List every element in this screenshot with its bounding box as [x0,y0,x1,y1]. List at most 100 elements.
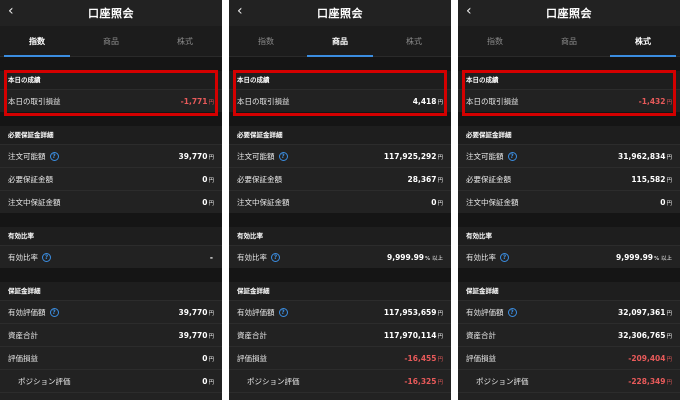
question-circle-icon[interactable]: ? [271,252,280,262]
section-gap [458,57,680,71]
account-row: 評価損益 -209,404円 [458,346,680,369]
row-label-wrap: 注文中保証金額 [466,197,519,208]
row-value-number: 0 [202,174,208,184]
row-value-number: 28,367 [407,174,437,184]
account-row: 資産合計 32,306,765円 [458,323,680,346]
section-header-effective: 有効比率 [229,227,451,245]
today-pnl-row: 本日の取引損益 -1,432円 [458,89,680,112]
row-value-number: 117,953,659 [383,307,437,317]
row-label: 資産合計 [237,330,267,340]
question-circle-icon[interactable]: ? [507,151,517,161]
tab-stock[interactable]: 株式 [377,26,451,57]
row-label-wrap: 有効比率? [237,252,280,263]
tab-index[interactable]: 指数 [0,26,74,57]
section-header-today: 本日の成績 [0,71,222,89]
row-value-number: 117,970,114 [383,330,437,340]
row-value-number: - [209,252,213,262]
question-circle-icon[interactable]: ? [49,307,59,317]
row-value: 0円 [202,377,214,386]
page-title: 口座照会 [317,7,363,20]
tab-stock[interactable]: 株式 [148,26,222,57]
row-value-number: 9,999.99 [387,252,425,262]
section-gap [458,112,680,126]
question-circle-icon[interactable]: ? [500,252,509,262]
row-value: 28,367円 [408,175,443,184]
row-value: -228,349円 [628,377,672,386]
section-gap [229,268,451,282]
section-gap [229,112,451,126]
section-header-collateral: 保証金詳細 [458,282,680,300]
page-title: 口座照会 [88,7,134,20]
row-value-number: -209,404 [628,353,666,363]
question-circle-icon[interactable]: ? [278,307,288,317]
tab-commodity[interactable]: 商品 [532,26,606,57]
account-row: 有効評価額? 39,770円 [0,300,222,323]
row-value-unit: 円 [208,99,214,106]
tab-commodity[interactable]: 商品 [303,26,377,57]
account-row: 必要保証金額 0円 [0,167,222,190]
row-label-wrap: 評価損益 [8,353,38,364]
account-row: 資産合計 117,970,114円 [229,323,451,346]
row-label-wrap: 本日の取引損益 [466,96,519,107]
row-label-wrap: 必要保証金額 [237,174,282,185]
row-value: 39,770円 [179,152,214,161]
row-value: 117,925,292円 [384,152,443,161]
account-row: 未決済整理合計-130円 [229,392,451,400]
question-circle-icon[interactable]: ? [278,151,288,161]
section-header-collateral: 保証金詳細 [0,282,222,300]
row-label: 注文中保証金額 [466,197,519,207]
tab-bar: 指数 商品 株式 [0,26,222,57]
tab-bar: 指数 商品 株式 [458,26,680,57]
account-row: 注文可能額? 31,962,834円 [458,144,680,167]
row-label-wrap: 本日の取引損益 [8,96,61,107]
today-pnl-row: 本日の取引損益 -1,771円 [0,89,222,112]
row-label-wrap: 資産合計 [466,330,496,341]
tab-index[interactable]: 指数 [458,26,532,57]
section-gap [0,213,222,227]
row-label-wrap: 有効比率? [466,252,509,263]
tab-commodity[interactable]: 商品 [74,26,148,57]
section-header-margin: 必要保証金詳細 [458,126,680,144]
account-row: 評価損益 -16,455円 [229,346,451,369]
row-value: 117,953,659円 [384,308,443,317]
tab-stock[interactable]: 株式 [606,26,680,57]
row-value-unit: 円 [666,310,672,317]
effective-ratio-row: 有効比率? 9,999.99% 以上 [458,245,680,268]
row-value: -16,455円 [404,354,443,363]
row-value-unit: 円 [208,154,214,161]
row-value-unit: 円 [666,356,672,363]
row-value-unit: 円 [666,177,672,184]
row-value-number: 31,962,834 [618,151,666,161]
row-label: 必要保証金額 [237,174,282,184]
row-value-unit: 円 [208,356,214,363]
account-row: 評価損益 0円 [0,346,222,369]
section-gap [0,268,222,282]
row-value-number: 0 [660,197,666,207]
question-circle-icon[interactable]: ? [42,252,51,262]
section-gap [0,112,222,126]
tab-index[interactable]: 指数 [229,26,303,57]
account-row: ポジション評価 0円 [0,369,222,392]
chevron-left-icon[interactable]: ‹ [237,3,243,19]
phone-screen: ‹ 口座照会 指数 商品 株式 本日の成績 本日の取引損益 -1,432円 必要保証金詳細 注文可… [458,0,680,400]
row-value-unit: 円 [437,200,443,207]
row-value-unit: % 以上 [654,255,672,262]
row-value-unit: 円 [208,310,214,317]
row-value-unit: 円 [437,310,443,317]
account-row: 注文可能額? 117,925,292円 [229,144,451,167]
chevron-left-icon[interactable]: ‹ [466,3,472,19]
row-label-wrap: 評価損益 [237,353,267,364]
row-value-unit: 円 [437,333,443,340]
row-value-unit: 円 [666,333,672,340]
row-value-number: 117,925,292 [383,151,437,161]
row-value: 4,418円 [413,97,443,106]
row-label: 資産合計 [8,330,38,340]
row-label: 有効比率 [466,252,496,262]
row-label: 有効評価額 [8,307,46,317]
chevron-left-icon[interactable]: ‹ [8,3,14,19]
row-value-number: 32,306,765 [618,330,666,340]
question-circle-icon[interactable]: ? [49,151,59,161]
account-row: 注文可能額? 39,770円 [0,144,222,167]
question-circle-icon[interactable]: ? [507,307,517,317]
row-value-unit: 円 [666,154,672,161]
